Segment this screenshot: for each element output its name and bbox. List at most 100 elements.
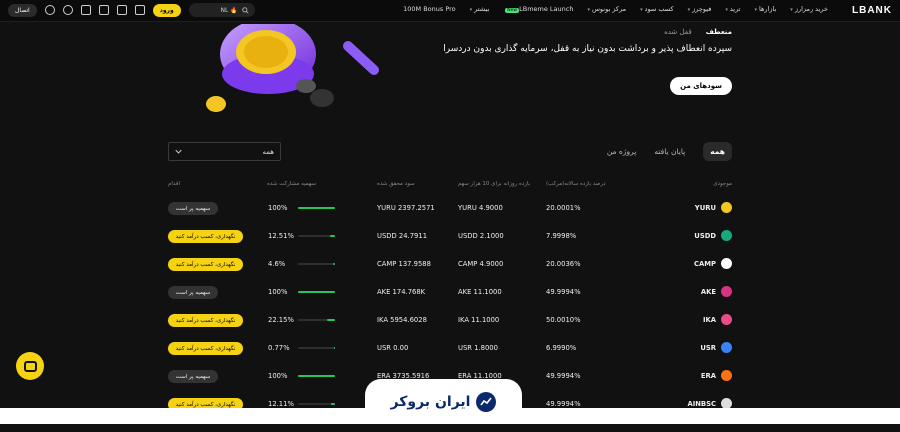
nav-item-label: 100M Bonus Pro	[403, 5, 456, 13]
connect-button[interactable]: اتصال	[8, 3, 37, 17]
realized-profit: USR 0.00	[377, 344, 409, 352]
quota-progress-bar	[298, 319, 335, 321]
table-header: موجودی درصد بازده سالانه(مرکب) بازده روز…	[168, 181, 732, 191]
nav-item-label: خرید رمزارز	[794, 5, 828, 13]
quota-percent: 12.51%	[268, 232, 294, 240]
realized-profit: CAMP 137.9588	[377, 260, 431, 268]
watermark-text: ایران بروکر	[390, 393, 471, 410]
coin-logo-icon	[721, 202, 732, 213]
watermark-logo-icon	[476, 391, 497, 412]
nav-item-label: بازارها	[759, 5, 777, 13]
quota-percent: 100%	[268, 288, 288, 296]
apr-value: 7.9998%	[546, 232, 577, 240]
table-row: نگهداری، کسب درآمد کنید 22.15% IKA 5954.60…	[168, 314, 732, 348]
nav-item[interactable]: ▾ مرکز بونوس	[587, 5, 626, 13]
top-navbar: LBANK ▾ خرید رمزارز ▾ بازارها ▾ ترید ▾ فیوچرز ▾ ک…	[0, 0, 900, 22]
apr-value: 50.0010%	[546, 316, 581, 324]
coin-logo-icon	[721, 286, 732, 297]
wallet-icon[interactable]	[134, 5, 145, 15]
column-header-balance: موجودی	[713, 181, 732, 187]
quota-progress-bar	[298, 235, 335, 237]
chevron-down-icon: ▾	[687, 7, 691, 13]
nav-item-label: ترید	[729, 5, 741, 13]
watermark: ایران بروکر	[365, 379, 522, 424]
quota-full-button[interactable]: سهمیه پر است	[168, 202, 218, 215]
coin-name: AKE	[700, 288, 716, 296]
apr-value: 6.9990%	[546, 344, 577, 352]
nav-item[interactable]: ▾ بازارها	[754, 5, 776, 13]
column-header-daily: بازده روزانه برای 10 هزار سهم	[458, 181, 531, 187]
nav-item-label: بیشتر	[474, 5, 490, 13]
daily-yield: USDD 2.1000	[458, 232, 504, 240]
quota-full-button[interactable]: سهمیه پر است	[168, 286, 218, 299]
filter-tab[interactable]: پایان یافته	[654, 147, 685, 156]
realized-profit: USDD 24.7911	[377, 232, 428, 240]
document-icon[interactable]	[98, 5, 109, 15]
nav-item-label: کسب سود	[644, 5, 674, 13]
coin-name: USR	[700, 344, 716, 352]
nav-item[interactable]: New LBmeme Launch	[503, 5, 573, 13]
daily-yield: AKE 11.1000	[458, 288, 502, 296]
nav-item[interactable]: 100M Bonus Pro	[403, 5, 456, 13]
column-header-realized: سود محقق شده	[377, 181, 415, 187]
chevron-down-icon: ▾	[469, 7, 473, 13]
stake-earn-button[interactable]: نگهداری، کسب درآمد کنید	[168, 230, 243, 243]
project-filter-tabs: همه پایان یافته پروژه من	[607, 142, 732, 161]
chevron-down-icon	[175, 149, 182, 154]
apr-value: 49.9994%	[546, 400, 581, 408]
nav-item-label: LBmeme Launch	[519, 5, 574, 13]
coin-logo-icon	[721, 370, 732, 381]
hero-title: سپرده انعطاف پذیر و برداشت بدون نیاز به …	[443, 44, 732, 54]
daily-yield: YURU 4.9000	[458, 204, 503, 212]
nav-item[interactable]: ▾ ترید	[725, 5, 740, 13]
daily-yield: IKA 11.1000	[458, 316, 500, 324]
quota-percent: 0.77%	[268, 344, 290, 352]
main-nav: ▾ خرید رمزارز ▾ بازارها ▾ ترید ▾ فیوچرز ▾ کسب سود…	[403, 5, 828, 13]
apr-value: 49.9994%	[546, 288, 581, 296]
filter-tab[interactable]: پروژه من	[607, 147, 637, 156]
support-chat-button[interactable]	[16, 352, 44, 380]
globe-icon[interactable]	[62, 5, 73, 15]
new-badge: New	[505, 8, 520, 13]
quota-full-button[interactable]: سهمیه پر است	[168, 370, 218, 383]
nav-item[interactable]: ▾ بیشتر	[470, 5, 490, 13]
table-row: نگهداری، کسب درآمد کنید 0.77% USR 0.00 USR …	[168, 342, 732, 376]
stake-earn-button[interactable]: نگهداری، کسب درآمد کنید	[168, 258, 243, 271]
profile-icon[interactable]	[44, 5, 55, 15]
daily-yield: USR 1.8000	[458, 344, 498, 352]
filter-tab[interactable]: همه	[703, 142, 732, 161]
quota-progress-bar	[298, 375, 335, 377]
settings-icon[interactable]	[116, 5, 127, 15]
column-header-apr: درصد بازده سالانه(مرکب)	[546, 181, 606, 187]
chevron-down-icon: ▾	[790, 7, 793, 13]
chevron-down-icon: ▾	[640, 7, 643, 13]
quota-progress-bar	[298, 347, 335, 349]
coin-name: CAMP	[694, 260, 716, 268]
coin-name: AINBSC	[687, 400, 716, 408]
tab-locked[interactable]: قفل شده	[664, 28, 692, 36]
nav-item-label: مرکز بونوس	[592, 5, 627, 13]
search-icon	[241, 6, 249, 14]
tab-flexible[interactable]: منعطف	[706, 28, 732, 36]
download-icon[interactable]	[80, 5, 91, 15]
coin-logo-icon	[721, 314, 732, 325]
coin-name: YURU	[694, 204, 716, 212]
apr-value: 20.0036%	[546, 260, 581, 268]
quota-percent: 4.6%	[268, 260, 286, 268]
nav-item[interactable]: ▾ کسب سود	[640, 5, 674, 13]
column-header-action: اقدام	[168, 181, 180, 187]
search-input[interactable]: NL 🔥	[188, 3, 255, 17]
coin-name: USDD	[694, 232, 716, 240]
coin-select-dropdown[interactable]: همه	[168, 142, 281, 161]
lbank-logo[interactable]: LBANK	[852, 5, 892, 16]
nav-item[interactable]: ▾ خرید رمزارز	[790, 5, 828, 13]
header-tools: اتصال ورود NL 🔥	[8, 3, 255, 17]
nav-item[interactable]: ▾ فیوچرز	[688, 5, 712, 13]
search-value: NL 🔥	[220, 6, 238, 14]
coin-name: IKA	[702, 316, 716, 324]
login-button[interactable]: ورود	[152, 3, 181, 17]
chevron-down-icon: ▾	[754, 7, 757, 13]
stake-earn-button[interactable]: نگهداری، کسب درآمد کنید	[168, 314, 243, 327]
stake-earn-button[interactable]: نگهداری، کسب درآمد کنید	[168, 342, 243, 355]
my-earnings-button[interactable]: سودهای من	[670, 77, 732, 95]
